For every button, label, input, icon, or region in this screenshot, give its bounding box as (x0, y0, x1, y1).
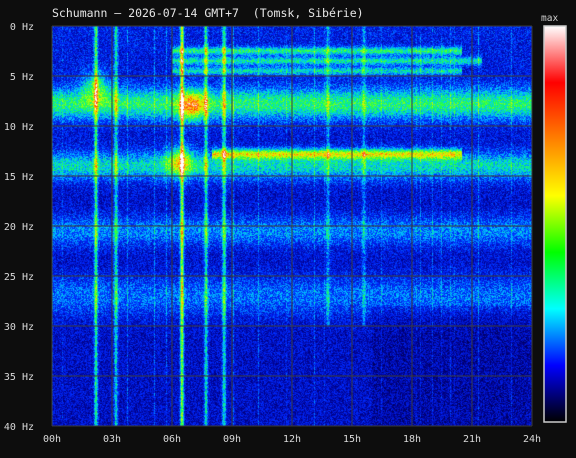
x-axis-ticks: 00h 03h 06h 09h 12h 15h 18h 21h 24h (43, 434, 541, 445)
x-tick-label: 18h (403, 434, 421, 445)
colorbar-gradient (543, 25, 567, 423)
y-tick-label: 5 Hz (10, 72, 34, 83)
x-tick-label: 15h (343, 434, 361, 445)
x-tick-label: 00h (43, 434, 61, 445)
colorbar (543, 25, 567, 423)
y-axis-ticks: 0 Hz 5 Hz 10 Hz 15 Hz 20 Hz 25 Hz 30 Hz 35 Hz 40… (4, 22, 34, 433)
y-tick-label: 10 Hz (4, 122, 34, 133)
x-tick-label: 09h (223, 434, 241, 445)
y-tick-label: 15 Hz (4, 172, 34, 183)
grid-lines (51, 25, 533, 427)
x-tick-label: 21h (463, 434, 481, 445)
y-tick-label: 20 Hz (4, 222, 34, 233)
y-tick-label: 30 Hz (4, 322, 34, 333)
spectrogram-chart: 00h 03h 06h 09h 12h 15h 18h 21h 24h 0 Hz 5 Hz 10 H… (4, 22, 567, 445)
y-tick-label: 35 Hz (4, 372, 34, 383)
x-tick-label: 06h (163, 434, 181, 445)
x-tick-label: 03h (103, 434, 121, 445)
y-tick-label: 0 Hz (10, 22, 34, 33)
x-tick-label: 24h (523, 434, 541, 445)
y-tick-label: 40 Hz (4, 422, 34, 433)
x-tick-label: 12h (283, 434, 301, 445)
y-tick-label: 25 Hz (4, 272, 34, 283)
